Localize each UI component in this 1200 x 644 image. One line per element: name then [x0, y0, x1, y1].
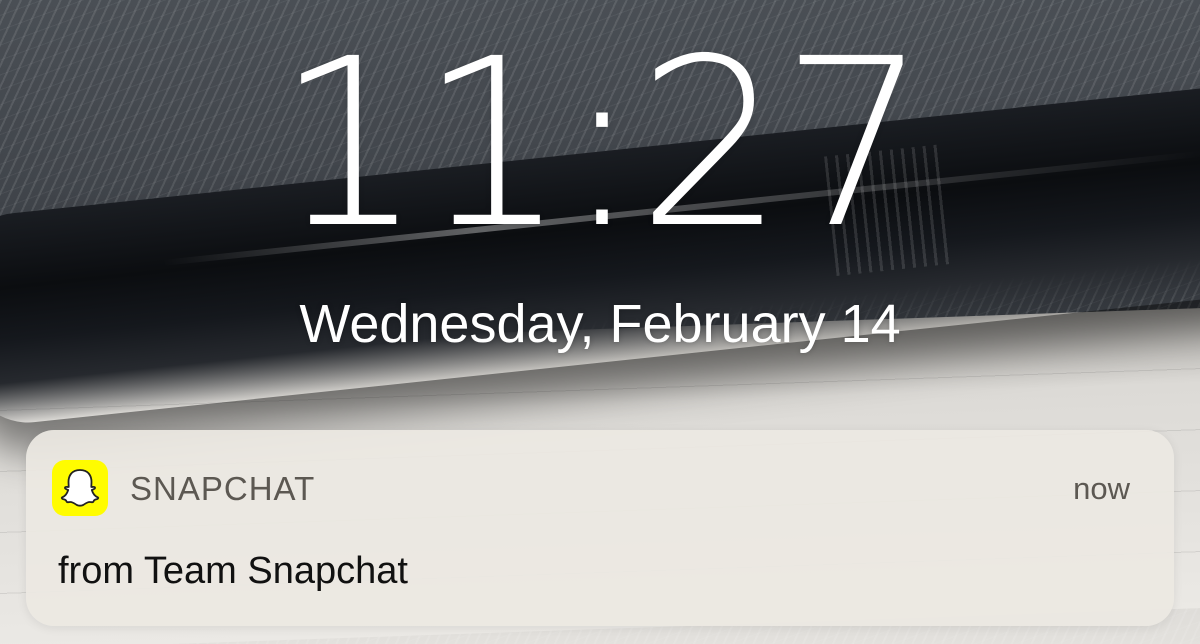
- notification-card[interactable]: SNAPCHAT now from Team Snapchat: [26, 430, 1174, 626]
- notification-header: SNAPCHAT now: [52, 460, 1134, 516]
- lock-screen-date: Wednesday, February 14: [299, 294, 901, 354]
- lock-screen-clock: 11:27: [275, 9, 929, 279]
- notification-time: now: [1073, 471, 1130, 506]
- snapchat-ghost-icon: [52, 460, 108, 516]
- ghost-icon: [60, 469, 100, 507]
- lock-screen: 11:27 Wednesday, February 14 SNAPCHAT no…: [0, 0, 1200, 644]
- notification-app-name: SNAPCHAT: [130, 470, 316, 507]
- notification-message: from Team Snapchat: [58, 550, 408, 592]
